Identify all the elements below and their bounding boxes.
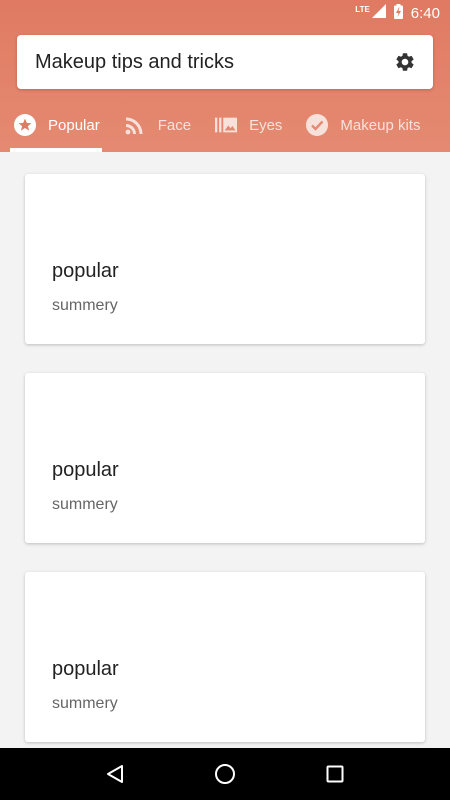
check-circle-icon xyxy=(306,114,329,136)
article-card[interactable]: popular summery xyxy=(25,174,425,344)
active-tab-indicator xyxy=(10,148,102,152)
network-type: LTE xyxy=(355,5,370,14)
recents-icon[interactable] xyxy=(320,759,350,789)
signal-icon xyxy=(371,4,386,22)
app-title: Makeup tips and tricks xyxy=(35,50,234,73)
home-icon[interactable] xyxy=(210,759,240,789)
tab-face[interactable]: Face xyxy=(110,104,201,146)
tab-makeup-kits[interactable]: Makeup kits xyxy=(292,104,430,146)
app-title-bar[interactable]: Makeup tips and tricks xyxy=(17,35,433,89)
back-icon[interactable] xyxy=(100,759,130,789)
tab-label: Popular xyxy=(48,116,100,134)
article-card[interactable]: popular summery xyxy=(25,373,425,543)
card-summary: summery xyxy=(52,297,118,314)
article-card[interactable]: popular summery xyxy=(25,572,425,742)
tab-label: Face xyxy=(157,116,192,134)
battery-icon xyxy=(393,3,403,23)
app-header: LTE 6:40 Makeup tips and tricks Popular … xyxy=(0,0,450,152)
tab-label: Eyes xyxy=(249,116,283,134)
card-title: popular xyxy=(52,260,119,282)
card-title: popular xyxy=(52,658,119,680)
tab-eyes[interactable]: Eyes xyxy=(201,104,292,146)
card-summary: summery xyxy=(52,496,118,513)
rss-icon xyxy=(124,114,146,136)
tab-popular[interactable]: Popular xyxy=(0,104,110,146)
status-time: 6:40 xyxy=(410,4,440,22)
card-summary: summery xyxy=(52,695,118,712)
star-icon xyxy=(14,114,36,136)
system-navigation-bar xyxy=(0,748,450,800)
gear-icon[interactable] xyxy=(393,50,417,74)
status-bar: LTE 6:40 xyxy=(0,0,450,26)
tab-label: Makeup kits xyxy=(340,116,421,134)
card-title: popular xyxy=(52,459,119,481)
gallery-icon xyxy=(215,114,238,136)
category-tabs: Popular Face Eyes Makeup kits xyxy=(0,104,450,152)
